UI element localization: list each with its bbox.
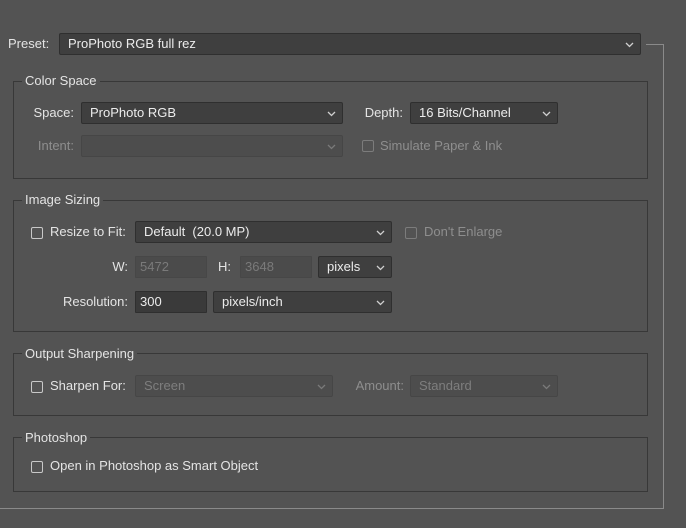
width-field[interactable]: 5472: [135, 256, 207, 278]
space-value: ProPhoto RGB: [90, 105, 176, 120]
chevron-down-icon: [542, 382, 551, 391]
chevron-down-icon: [376, 298, 385, 307]
resolution-label: Resolution:: [62, 294, 128, 309]
preset-label: Preset:: [8, 36, 50, 51]
color-space-group: [13, 81, 648, 179]
depth-label: Depth:: [364, 105, 403, 120]
resolution-units-value: pixels/inch: [222, 294, 283, 309]
dont-enlarge-label: Don't Enlarge: [424, 224, 503, 239]
image-sizing-title: Image Sizing: [22, 192, 104, 208]
units-value: pixels: [327, 259, 361, 274]
amount-dropdown[interactable]: Standard: [410, 375, 558, 397]
sharpen-for-value: Screen: [144, 378, 186, 393]
height-label: H:: [218, 259, 231, 274]
resize-to-fit-value: Default (20.0 MP): [144, 224, 250, 239]
amount-value: Standard: [419, 378, 472, 393]
chevron-down-icon: [327, 142, 336, 151]
chevron-down-icon: [317, 382, 326, 391]
resize-to-fit-checkbox[interactable]: [31, 227, 43, 239]
intent-label: Intent:: [37, 138, 74, 153]
intent-dropdown[interactable]: [81, 135, 343, 157]
resize-to-fit-dropdown[interactable]: Default (20.0 MP): [135, 221, 392, 243]
resolution-field[interactable]: 300: [135, 291, 207, 313]
chevron-down-icon: [625, 40, 634, 49]
height-field[interactable]: 3648: [240, 256, 312, 278]
resize-to-fit-label: Resize to Fit:: [50, 224, 126, 239]
simulate-paper-label: Simulate Paper & Ink: [380, 138, 503, 153]
simulate-paper-checkbox[interactable]: [362, 140, 374, 152]
output-sharpening-title: Output Sharpening: [22, 346, 138, 362]
chevron-down-icon: [542, 109, 551, 118]
smart-object-label: Open in Photoshop as Smart Object: [50, 458, 259, 473]
sharpen-for-checkbox[interactable]: [31, 381, 43, 393]
sharpen-for-dropdown[interactable]: Screen: [135, 375, 333, 397]
width-label: W:: [112, 259, 128, 274]
depth-value: 16 Bits/Channel: [419, 105, 511, 120]
dont-enlarge-checkbox[interactable]: [405, 227, 417, 239]
chevron-down-icon: [376, 228, 385, 237]
preset-dropdown[interactable]: ProPhoto RGB full rez: [59, 33, 641, 55]
photoshop-title: Photoshop: [22, 430, 91, 446]
height-value: 3648: [245, 259, 274, 274]
smart-object-checkbox[interactable]: [31, 461, 43, 473]
chevron-down-icon: [376, 263, 385, 272]
units-dropdown[interactable]: pixels: [318, 256, 392, 278]
color-space-title: Color Space: [22, 73, 100, 89]
preset-value: ProPhoto RGB full rez: [68, 36, 196, 51]
resolution-units-dropdown[interactable]: pixels/inch: [213, 291, 392, 313]
resolution-value: 300: [140, 294, 162, 309]
panel-outline: [646, 44, 664, 509]
depth-dropdown[interactable]: 16 Bits/Channel: [410, 102, 558, 124]
width-value: 5472: [140, 259, 169, 274]
chevron-down-icon: [327, 109, 336, 118]
amount-label: Amount:: [355, 378, 404, 393]
sharpen-for-label: Sharpen For:: [50, 378, 126, 393]
space-label: Space:: [33, 105, 74, 120]
panel-bottom-line: [0, 508, 664, 509]
space-dropdown[interactable]: ProPhoto RGB: [81, 102, 343, 124]
